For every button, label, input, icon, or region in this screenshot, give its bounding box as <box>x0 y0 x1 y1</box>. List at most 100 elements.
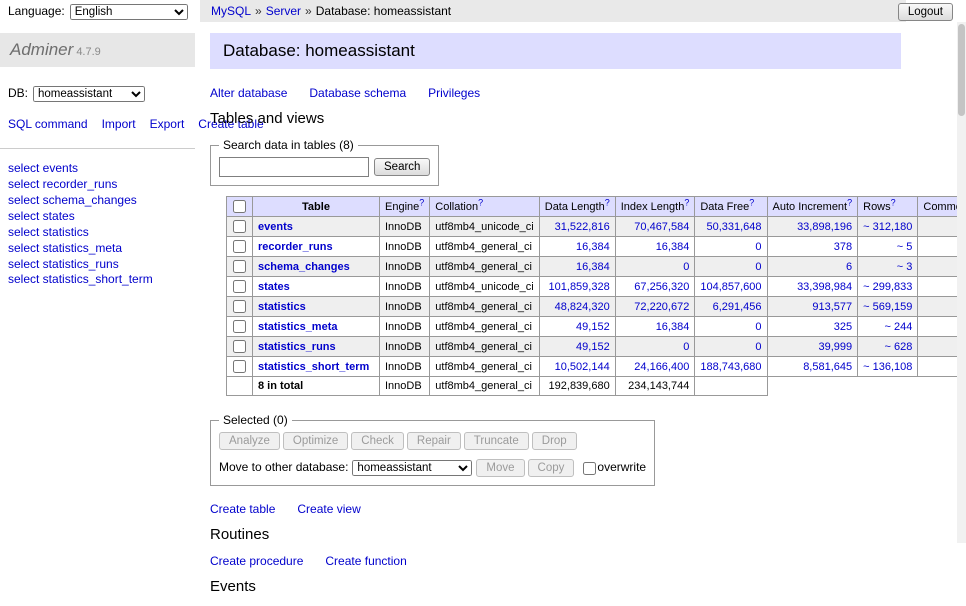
data-length-link[interactable]: 10,502,144 <box>555 361 610 373</box>
help-link-engine[interactable]: ? <box>419 197 424 207</box>
search-input[interactable] <box>219 157 369 177</box>
create-view-link[interactable]: Create view <box>297 502 360 516</box>
rows-count-link[interactable]: ~ 136,108 <box>863 361 912 373</box>
index-length-link[interactable]: 67,256,320 <box>634 281 689 293</box>
sidebar-link-sql-command[interactable]: SQL command <box>8 117 88 131</box>
sidebar-select-statistics[interactable]: select statistics <box>8 225 187 241</box>
sidebar-select-statistics-meta[interactable]: select statistics_meta <box>8 241 187 257</box>
index-length-link[interactable]: 72,220,672 <box>634 301 689 313</box>
data-free-link[interactable]: 6,291,456 <box>713 301 762 313</box>
index-length-link[interactable]: 70,467,584 <box>634 221 689 233</box>
scrollbar-thumb[interactable] <box>958 24 965 116</box>
auto-increment-link[interactable]: 33,398,984 <box>797 281 852 293</box>
optimize-button[interactable]: Optimize <box>283 432 348 450</box>
nav-link-privileges[interactable]: Privileges <box>428 86 480 100</box>
table-link-recorder-runs[interactable]: recorder_runs <box>258 241 333 253</box>
data-free-link[interactable]: 188,743,680 <box>700 361 761 373</box>
language-select[interactable]: English <box>70 4 188 20</box>
help-link-rows[interactable]: ? <box>891 197 896 207</box>
select-all-checkbox[interactable] <box>233 200 246 213</box>
row-checkbox-statistics[interactable] <box>233 300 246 313</box>
index-length-link[interactable]: 0 <box>683 341 689 353</box>
data-length-link[interactable]: 49,152 <box>576 341 610 353</box>
data-length-link[interactable]: 48,824,320 <box>555 301 610 313</box>
create-table-link[interactable]: Create table <box>210 502 275 516</box>
table-link-statistics[interactable]: statistics <box>258 301 306 313</box>
rows-count-link[interactable]: ~ 244 <box>885 321 913 333</box>
overwrite-checkbox[interactable] <box>583 462 596 475</box>
rows-count-link[interactable]: ~ 299,833 <box>863 281 912 293</box>
auto-increment-link[interactable]: 913,577 <box>812 301 852 313</box>
data-length-link[interactable]: 101,859,328 <box>549 281 610 293</box>
sidebar-link-export[interactable]: Export <box>150 117 185 131</box>
rows-count-link[interactable]: ~ 3 <box>897 261 913 273</box>
auto-increment-link[interactable]: 6 <box>846 261 852 273</box>
sidebar-select-statistics-short-term[interactable]: select statistics_short_term <box>8 272 187 288</box>
row-checkbox-events[interactable] <box>233 220 246 233</box>
sidebar-select-states[interactable]: select states <box>8 209 187 225</box>
data-free-link[interactable]: 0 <box>755 241 761 253</box>
sidebar-select-recorder-runs[interactable]: select recorder_runs <box>8 177 187 193</box>
row-checkbox-statistics-short-term[interactable] <box>233 360 246 373</box>
repair-button[interactable]: Repair <box>407 432 461 450</box>
sidebar-select-statistics-runs[interactable]: select statistics_runs <box>8 257 187 273</box>
help-link-collation[interactable]: ? <box>478 197 483 207</box>
row-checkbox-recorder-runs[interactable] <box>233 240 246 253</box>
auto-increment-link[interactable]: 33,898,196 <box>797 221 852 233</box>
db-select[interactable]: homeassistant <box>33 86 145 102</box>
row-checkbox-statistics-runs[interactable] <box>233 340 246 353</box>
data-length-link[interactable]: 49,152 <box>576 321 610 333</box>
nav-link-database-schema[interactable]: Database schema <box>309 86 406 100</box>
breadcrumb-item-server[interactable]: Server <box>266 4 301 18</box>
table-link-statistics-runs[interactable]: statistics_runs <box>258 341 336 353</box>
auto-increment-link[interactable]: 378 <box>834 241 852 253</box>
data-free-link[interactable]: 0 <box>755 321 761 333</box>
auto-increment-link[interactable]: 39,999 <box>818 341 852 353</box>
logout-button[interactable]: Logout <box>898 3 953 21</box>
breadcrumb-item-mysql[interactable]: MySQL <box>211 4 251 18</box>
help-link-data-free[interactable]: ? <box>749 197 754 207</box>
data-free-link[interactable]: 0 <box>755 261 761 273</box>
row-checkbox-states[interactable] <box>233 280 246 293</box>
row-checkbox-statistics-meta[interactable] <box>233 320 246 333</box>
drop-button[interactable]: Drop <box>532 432 577 450</box>
table-link-statistics-meta[interactable]: statistics_meta <box>258 321 338 333</box>
index-length-link[interactable]: 24,166,400 <box>634 361 689 373</box>
help-link-auto-increment[interactable]: ? <box>847 197 852 207</box>
help-link-index-length[interactable]: ? <box>684 197 689 207</box>
table-link-states[interactable]: states <box>258 281 290 293</box>
data-length-link[interactable]: 16,384 <box>576 261 610 273</box>
sidebar-select-schema-changes[interactable]: select schema_changes <box>8 193 187 209</box>
analyze-button[interactable]: Analyze <box>219 432 280 450</box>
copy-button[interactable]: Copy <box>528 459 575 477</box>
data-free-link[interactable]: 104,857,600 <box>700 281 761 293</box>
truncate-button[interactable]: Truncate <box>464 432 529 450</box>
rows-count-link[interactable]: ~ 628 <box>885 341 913 353</box>
create-procedure-link[interactable]: Create procedure <box>210 554 303 568</box>
search-button[interactable]: Search <box>374 158 430 176</box>
rows-count-link[interactable]: ~ 569,159 <box>863 301 912 313</box>
move-db-select[interactable]: homeassistant <box>352 460 472 476</box>
create-function-link[interactable]: Create function <box>325 554 406 568</box>
table-link-statistics-short-term[interactable]: statistics_short_term <box>258 361 369 373</box>
sidebar-select-events[interactable]: select events <box>8 161 187 177</box>
table-link-events[interactable]: events <box>258 221 293 233</box>
data-free-link[interactable]: 0 <box>755 341 761 353</box>
sidebar-link-import[interactable]: Import <box>102 117 136 131</box>
rows-count-link[interactable]: ~ 312,180 <box>863 221 912 233</box>
rows-count-link[interactable]: ~ 5 <box>897 241 913 253</box>
move-button[interactable]: Move <box>476 459 524 477</box>
data-length-link[interactable]: 16,384 <box>576 241 610 253</box>
auto-increment-link[interactable]: 325 <box>834 321 852 333</box>
table-link-schema-changes[interactable]: schema_changes <box>258 261 350 273</box>
data-free-link[interactable]: 50,331,648 <box>706 221 761 233</box>
nav-link-alter-database[interactable]: Alter database <box>210 86 287 100</box>
data-length-link[interactable]: 31,522,816 <box>555 221 610 233</box>
auto-increment-link[interactable]: 8,581,645 <box>803 361 852 373</box>
index-length-link[interactable]: 16,384 <box>656 241 690 253</box>
scrollbar[interactable] <box>957 22 966 543</box>
index-length-link[interactable]: 16,384 <box>656 321 690 333</box>
help-link-data-length[interactable]: ? <box>605 197 610 207</box>
check-button[interactable]: Check <box>351 432 404 450</box>
index-length-link[interactable]: 0 <box>683 261 689 273</box>
